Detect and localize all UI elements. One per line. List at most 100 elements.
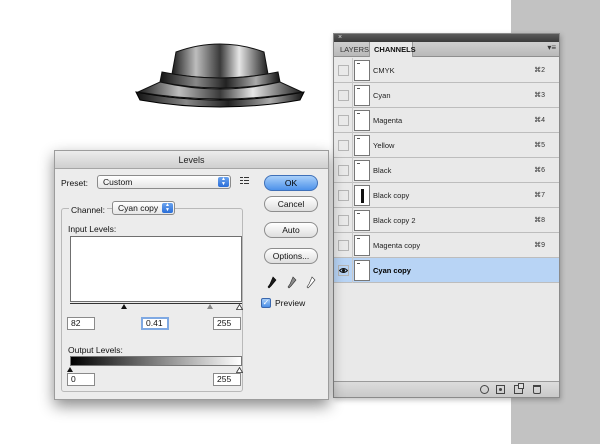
save-selection-icon[interactable] bbox=[496, 385, 505, 394]
close-icon[interactable]: × bbox=[338, 34, 344, 41]
channel-name: Cyan copy bbox=[373, 266, 411, 275]
channel-name: Black bbox=[373, 166, 392, 175]
channel-shortcut: ⌘6 bbox=[534, 167, 545, 174]
channel-thumbnail bbox=[354, 160, 370, 181]
input-black-field[interactable]: 82 bbox=[67, 317, 95, 330]
white-point-handle[interactable] bbox=[236, 304, 243, 310]
visibility-toggle[interactable] bbox=[338, 165, 349, 176]
channel-thumbnail bbox=[354, 60, 370, 81]
divider bbox=[352, 108, 353, 133]
auto-button[interactable]: Auto bbox=[264, 222, 318, 238]
channels-panel: × LAYERS CHANNELS ▾≡ CMYK ⌘2 Cyan ⌘3 Mag… bbox=[333, 33, 560, 398]
channel-thumbnail bbox=[354, 185, 370, 206]
slider-line bbox=[70, 303, 242, 304]
output-black-handle[interactable] bbox=[67, 367, 73, 372]
channel-label: Channel: bbox=[69, 205, 108, 215]
output-black-field[interactable]: 0 bbox=[67, 373, 95, 386]
preset-select[interactable]: Custom ▲ ▼ bbox=[97, 175, 231, 189]
visibility-toggle[interactable] bbox=[338, 240, 349, 251]
channel-thumbnail bbox=[354, 85, 370, 106]
channel-name: Yellow bbox=[373, 141, 395, 150]
channel-shortcut: ⌘3 bbox=[534, 92, 545, 99]
channel-shortcut: ⌘2 bbox=[534, 67, 545, 74]
preview-checkbox[interactable]: ✓ bbox=[261, 298, 271, 308]
preset-value: Custom bbox=[103, 177, 133, 187]
gamma-handle[interactable] bbox=[207, 304, 213, 309]
input-white-field[interactable]: 255 bbox=[213, 317, 241, 330]
channel-row-black-copy-2[interactable]: Black copy 2 ⌘8 bbox=[334, 208, 559, 233]
dialog-titlebar[interactable]: Levels bbox=[55, 151, 328, 169]
divider bbox=[352, 133, 353, 158]
channel-name: Black copy 2 bbox=[373, 216, 416, 225]
panel-tab-bar: LAYERS CHANNELS ▾≡ bbox=[334, 42, 559, 57]
channel-shortcut: ⌘8 bbox=[534, 217, 545, 224]
input-gamma-field[interactable]: 0.41 bbox=[141, 317, 169, 330]
channel-shortcut: ⌘5 bbox=[534, 142, 545, 149]
tab-channels[interactable]: CHANNELS bbox=[369, 42, 416, 57]
channel-row-cyan[interactable]: Cyan ⌘3 bbox=[334, 83, 559, 108]
input-levels-label: Input Levels: bbox=[68, 224, 117, 234]
select-arrows-icon: ▲ ▼ bbox=[218, 177, 229, 187]
channel-name: CMYK bbox=[373, 66, 395, 75]
visibility-toggle[interactable] bbox=[338, 115, 349, 126]
channel-thumbnail bbox=[354, 110, 370, 131]
visibility-toggle[interactable] bbox=[338, 65, 349, 76]
channel-row-magenta[interactable]: Magenta ⌘4 bbox=[334, 108, 559, 133]
input-levels-slider[interactable] bbox=[70, 303, 243, 311]
channel-thumbnail bbox=[354, 260, 370, 281]
preview-label: Preview bbox=[275, 298, 306, 308]
cancel-button[interactable]: Cancel bbox=[264, 196, 318, 212]
ok-button[interactable]: OK bbox=[264, 175, 318, 191]
options-button[interactable]: Options... bbox=[264, 248, 318, 264]
black-eyedropper-icon[interactable] bbox=[267, 276, 277, 290]
channel-row-cyan-copy[interactable]: Cyan copy bbox=[334, 258, 559, 283]
gray-eyedropper-icon[interactable] bbox=[287, 276, 297, 290]
output-levels-label: Output Levels: bbox=[68, 345, 123, 355]
preset-options-icon[interactable] bbox=[240, 176, 249, 186]
divider bbox=[352, 183, 353, 208]
channel-row-black-copy[interactable]: Black copy ⌘7 bbox=[334, 183, 559, 208]
trash-icon[interactable] bbox=[533, 385, 541, 394]
visibility-toggle[interactable] bbox=[338, 140, 349, 151]
channel-name: Magenta copy bbox=[373, 241, 421, 250]
channel-name: Cyan bbox=[373, 91, 391, 100]
tab-layers[interactable]: LAYERS bbox=[336, 42, 369, 57]
channel-value: Cyan copy bbox=[118, 203, 159, 213]
divider bbox=[352, 58, 353, 83]
channel-shortcut: ⌘9 bbox=[534, 242, 545, 249]
visibility-toggle[interactable] bbox=[338, 215, 349, 226]
black-point-handle[interactable] bbox=[121, 304, 127, 309]
channel-row-cmyk[interactable]: CMYK ⌘2 bbox=[334, 58, 559, 83]
divider bbox=[352, 258, 353, 283]
histogram bbox=[70, 236, 242, 302]
divider bbox=[352, 158, 353, 183]
channel-shortcut: ⌘4 bbox=[534, 117, 545, 124]
divider bbox=[352, 233, 353, 258]
bottle-cap-image bbox=[135, 43, 305, 108]
output-white-field[interactable]: 255 bbox=[213, 373, 241, 386]
channel-shortcut: ⌘7 bbox=[534, 192, 545, 199]
channel-row-black[interactable]: Black ⌘6 bbox=[334, 158, 559, 183]
eye-icon[interactable] bbox=[338, 265, 349, 276]
divider bbox=[352, 208, 353, 233]
channel-thumbnail bbox=[354, 235, 370, 256]
dialog-title: Levels bbox=[178, 155, 205, 165]
visibility-toggle[interactable] bbox=[338, 90, 349, 101]
channel-row-magenta-copy[interactable]: Magenta copy ⌘9 bbox=[334, 233, 559, 258]
panel-titlebar[interactable]: × bbox=[334, 34, 559, 42]
channel-name: Black copy bbox=[373, 191, 410, 200]
white-eyedropper-icon[interactable] bbox=[306, 276, 316, 290]
channel-name: Magenta bbox=[373, 116, 403, 125]
select-arrows-icon: ▲ ▼ bbox=[162, 203, 173, 213]
channel-row-yellow[interactable]: Yellow ⌘5 bbox=[334, 133, 559, 158]
levels-dialog: Levels Preset: Custom ▲ ▼ Channel: Cyan c… bbox=[54, 150, 329, 400]
new-channel-icon[interactable] bbox=[514, 383, 524, 394]
visibility-toggle[interactable] bbox=[338, 190, 349, 201]
channel-select[interactable]: Cyan copy ▲ ▼ bbox=[112, 201, 175, 215]
channel-thumbnail bbox=[354, 135, 370, 156]
preset-label: Preset: bbox=[61, 178, 88, 188]
panel-bottom-bar bbox=[334, 381, 559, 397]
panel-menu-icon[interactable]: ▾≡ bbox=[547, 43, 556, 52]
load-selection-icon[interactable] bbox=[480, 385, 489, 394]
output-gradient bbox=[70, 356, 242, 366]
